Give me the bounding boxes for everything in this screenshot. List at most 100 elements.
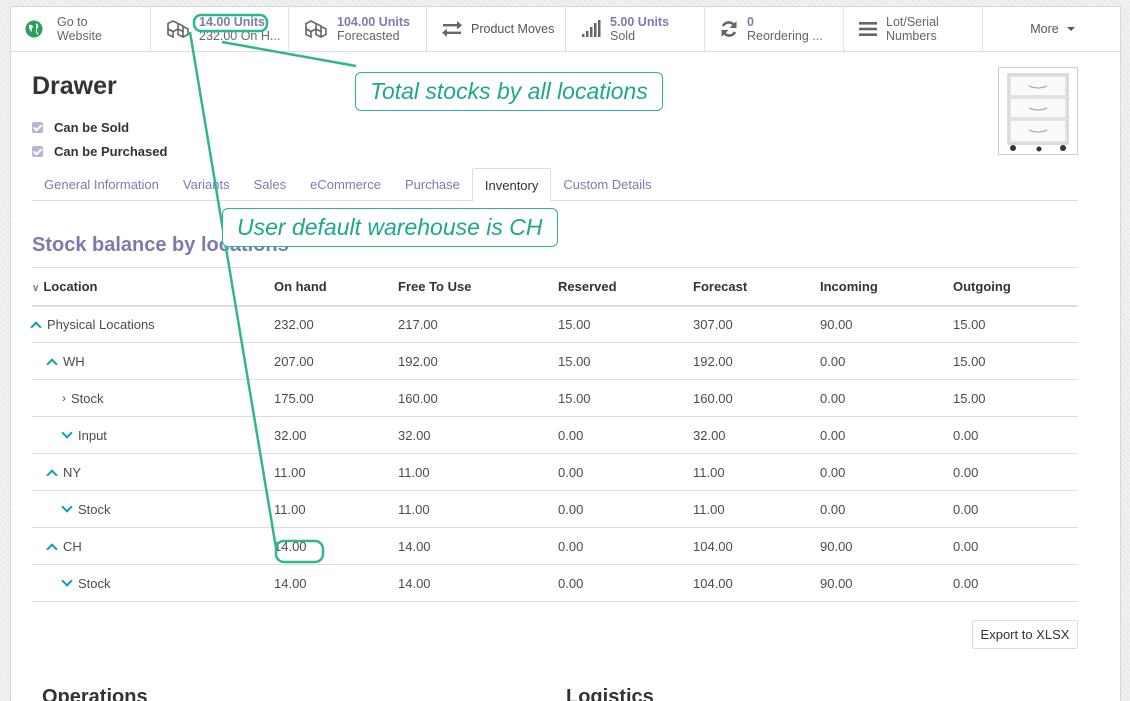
- default-warehouse-callout: User default warehouse is CH: [222, 208, 558, 247]
- forecast-cell: 160.00: [693, 379, 820, 417]
- on-hand-cell: 207.00: [274, 342, 398, 380]
- outgoing-cell: 15.00: [953, 305, 1078, 343]
- export-xlsx-button[interactable]: Export to XLSX: [972, 620, 1078, 649]
- tab-custom-details[interactable]: Custom Details: [551, 168, 663, 201]
- free-to-use-cell: 11.00: [398, 490, 558, 528]
- chevron-down-icon[interactable]: [61, 575, 73, 587]
- reordering-button[interactable]: 0 Reordering ...: [705, 7, 844, 51]
- reserved-cell: 0.00: [558, 564, 693, 602]
- free-to-use-cell: 217.00: [398, 305, 558, 343]
- incoming-cell: 0.00: [820, 490, 953, 528]
- chevron-up-icon[interactable]: [46, 468, 58, 481]
- reserved-cell: 0.00: [558, 453, 693, 491]
- incoming-cell: 90.00: [820, 564, 953, 602]
- forecasted-value: 104.00 Units: [337, 15, 410, 29]
- table-row[interactable]: NY 11.00 11.00 0.00 11.00 0.00 0.00: [32, 453, 1078, 491]
- table-row[interactable]: Input 32.00 32.00 0.00 32.00 0.00 0.00: [32, 416, 1078, 454]
- product-image[interactable]: [998, 67, 1078, 155]
- tab-general-information[interactable]: General Information: [32, 168, 171, 201]
- chevron-down-icon[interactable]: [61, 501, 73, 513]
- reserved-cell: 0.00: [558, 490, 693, 528]
- on-hand-cell: 11.00: [274, 490, 398, 528]
- cubes-icon: [303, 19, 329, 39]
- header-location[interactable]: ∨ Location: [32, 267, 274, 307]
- incoming-cell: 0.00: [820, 342, 953, 380]
- table-row[interactable]: › Stock 175.00 160.00 15.00 160.00 0.00 1…: [32, 379, 1078, 417]
- sold-label: Sold: [610, 29, 636, 43]
- can-be-purchased-checkbox[interactable]: [32, 146, 43, 157]
- on-hand-button[interactable]: 14.00 Units 232.00 On H...: [151, 7, 289, 51]
- tab-purchase[interactable]: Purchase: [393, 168, 472, 201]
- cubes-icon: [165, 19, 191, 39]
- location-name: Physical Locations: [47, 316, 155, 332]
- incoming-cell: 90.00: [820, 527, 953, 565]
- on-hand-cell: 175.00: [274, 379, 398, 417]
- free-to-use-cell: 11.00: [398, 453, 558, 491]
- table-row[interactable]: Physical Locations 232.00 217.00 15.00 3…: [30, 305, 1078, 343]
- can-be-sold-checkbox[interactable]: [32, 122, 43, 133]
- lot-serial-button[interactable]: Lot/Serial Numbers: [844, 7, 983, 51]
- on-hand-cell: 14.00: [274, 527, 398, 565]
- header-on-hand: On hand: [274, 267, 398, 307]
- incoming-cell: 90.00: [820, 305, 953, 343]
- website-line1: Go to: [57, 15, 88, 29]
- forecasted-button[interactable]: 104.00 Units Forecasted: [289, 7, 427, 51]
- chevron-up-icon[interactable]: [46, 542, 58, 555]
- forecast-cell: 104.00: [693, 527, 820, 565]
- location-name: Input: [78, 427, 107, 443]
- table-row[interactable]: WH 207.00 192.00 15.00 192.00 0.00 15.00: [32, 342, 1078, 380]
- table-header-row: ∨ Location On hand Free To Use Reserved F…: [32, 267, 1078, 307]
- on-hand-value: 14.00 Units: [199, 15, 266, 29]
- on-hand-cell: 11.00: [274, 453, 398, 491]
- signal-bars-icon: [580, 20, 602, 38]
- can-be-purchased-row: Can be Purchased: [32, 144, 167, 159]
- free-to-use-cell: 14.00: [398, 527, 558, 565]
- caret-down-icon: [1066, 27, 1075, 31]
- chevron-up-icon[interactable]: [30, 321, 42, 333]
- sold-button[interactable]: 5.00 Units Sold: [566, 7, 705, 51]
- tab-ecommerce[interactable]: eCommerce: [298, 168, 393, 201]
- reserved-cell: 15.00: [558, 305, 693, 343]
- can-be-sold-row: Can be Sold: [32, 120, 129, 135]
- forecast-cell: 104.00: [693, 564, 820, 602]
- refresh-icon: [719, 19, 739, 39]
- product-moves-button[interactable]: Product Moves: [427, 7, 566, 51]
- header-incoming: Incoming: [820, 267, 953, 307]
- exchange-icon: [441, 21, 463, 37]
- on-hand-label: 232.00 On H...: [199, 29, 281, 43]
- go-to-website-button[interactable]: Go to Website: [11, 7, 151, 51]
- chevron-up-icon[interactable]: [46, 357, 58, 370]
- on-hand-cell: 232.00: [274, 305, 398, 343]
- reserved-cell: 15.00: [558, 379, 693, 417]
- drawer-cabinet-image: [1007, 73, 1069, 152]
- free-to-use-cell: 160.00: [398, 379, 558, 417]
- location-name: Stock: [78, 501, 111, 517]
- can-be-sold-label: Can be Sold: [54, 120, 130, 135]
- outgoing-cell: 15.00: [953, 342, 1078, 380]
- tab-inventory[interactable]: Inventory: [471, 168, 552, 202]
- tab-variants[interactable]: Variants: [171, 168, 242, 201]
- free-to-use-cell: 192.00: [398, 342, 558, 380]
- smart-buttons-bar: Go to Website 14.00 Units 232.00 On H...…: [11, 7, 1122, 52]
- header-reserved: Reserved: [558, 267, 693, 307]
- free-to-use-cell: 32.00: [398, 416, 558, 454]
- chevron-down-icon[interactable]: [61, 427, 73, 439]
- reserved-cell: 0.00: [558, 527, 693, 565]
- incoming-cell: 0.00: [820, 453, 953, 491]
- header-free-to-use: Free To Use: [398, 267, 558, 307]
- tab-sales[interactable]: Sales: [242, 168, 299, 201]
- sold-value: 5.00 Units: [610, 15, 670, 29]
- product-name: Drawer: [32, 72, 117, 100]
- header-location-label: Location: [43, 278, 98, 294]
- list-icon: [858, 21, 878, 37]
- header-outgoing: Outgoing: [953, 267, 1078, 307]
- location-name: CH: [63, 538, 82, 554]
- operations-heading: Operations: [42, 686, 148, 701]
- reserved-cell: 0.00: [558, 416, 693, 454]
- table-row[interactable]: Stock 14.00 14.00 0.00 104.00 90.00 0.00: [32, 564, 1078, 602]
- forecast-cell: 32.00: [693, 416, 820, 454]
- table-row[interactable]: CH 14.00 14.00 0.00 104.00 90.00 0.00: [32, 527, 1078, 565]
- chevron-right-icon[interactable]: ›: [62, 391, 66, 405]
- more-dropdown-button[interactable]: More: [983, 7, 1122, 51]
- table-row[interactable]: Stock 11.00 11.00 0.00 11.00 0.00 0.00: [32, 490, 1078, 528]
